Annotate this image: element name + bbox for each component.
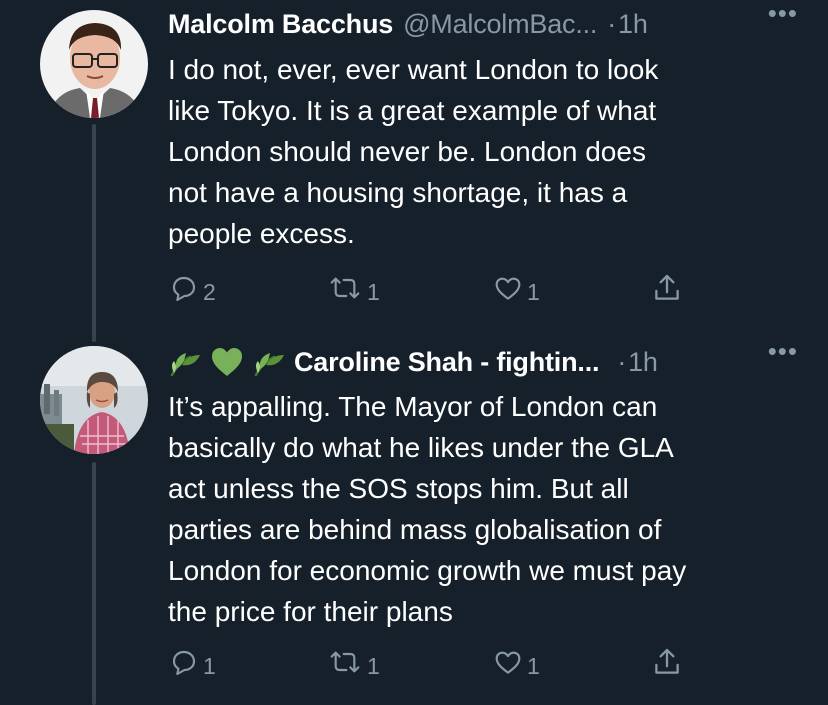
avatar[interactable]: [40, 346, 148, 454]
username-handle[interactable]: @MalcolmBac...: [403, 9, 597, 40]
share-icon: [655, 274, 679, 300]
tweet-text: It’s appalling. The Mayor of London can …: [168, 391, 687, 627]
avatar[interactable]: [40, 10, 148, 118]
green-heart-emoji: [210, 345, 244, 379]
tweet-text: I do not, ever, ever want London to look…: [168, 54, 659, 249]
herb-icon: [170, 353, 200, 377]
heart-icon: [495, 651, 521, 674]
tweet-actions: 1 1 1: [168, 642, 708, 682]
tweet-header: Caroline Shah - fightin... · 1h •••: [168, 336, 798, 380]
green-heart-icon: [212, 348, 242, 376]
tweet-header: Malcolm Bacchus @MalcolmBac... · 1h •••: [168, 0, 798, 42]
retweet-button[interactable]: 1: [326, 642, 380, 682]
tweet-actions: 2 1 1: [168, 268, 708, 308]
like-count: 1: [527, 652, 540, 679]
display-name[interactable]: Malcolm Bacchus: [168, 9, 393, 40]
timestamp[interactable]: 1h: [628, 347, 658, 378]
retweet-count: 1: [367, 652, 380, 679]
herb-emoji: [252, 345, 286, 379]
separator-dot: ·: [607, 8, 617, 39]
reply-button[interactable]: 1: [168, 642, 216, 682]
man-with-glasses-avatar: [40, 10, 148, 118]
reply-count: 2: [203, 278, 216, 305]
share-button[interactable]: [650, 642, 684, 682]
retweet-button[interactable]: 1: [326, 268, 380, 308]
reply-icon: [172, 650, 196, 676]
woman-outdoors-avatar: [40, 346, 148, 454]
share-icon: [655, 648, 679, 674]
retweet-icon: [330, 651, 360, 673]
timestamp[interactable]: 1h: [618, 9, 648, 40]
reply-count: 1: [203, 652, 216, 679]
herb-emoji: [168, 345, 202, 379]
heart-icon: [495, 277, 521, 300]
conversation-thread: Malcolm Bacchus @MalcolmBac... · 1h ••• …: [0, 0, 828, 705]
more-options-icon[interactable]: •••: [768, 0, 798, 29]
like-count: 1: [527, 278, 540, 305]
tweet[interactable]: Malcolm Bacchus @MalcolmBac... · 1h ••• …: [0, 0, 828, 340]
herb-icon: [254, 353, 284, 377]
retweet-count: 1: [367, 278, 380, 305]
display-name[interactable]: Caroline Shah - fightin...: [294, 347, 600, 378]
reply-button[interactable]: 2: [168, 268, 216, 308]
reply-icon: [172, 276, 196, 302]
more-options-icon[interactable]: •••: [768, 336, 798, 367]
like-button[interactable]: 1: [492, 642, 540, 682]
retweet-icon: [330, 277, 360, 299]
separator-dot: ·: [617, 346, 627, 377]
tweet[interactable]: Caroline Shah - fightin... · 1h ••• It’s…: [0, 336, 828, 705]
like-button[interactable]: 1: [492, 268, 540, 308]
share-button[interactable]: [650, 268, 684, 308]
